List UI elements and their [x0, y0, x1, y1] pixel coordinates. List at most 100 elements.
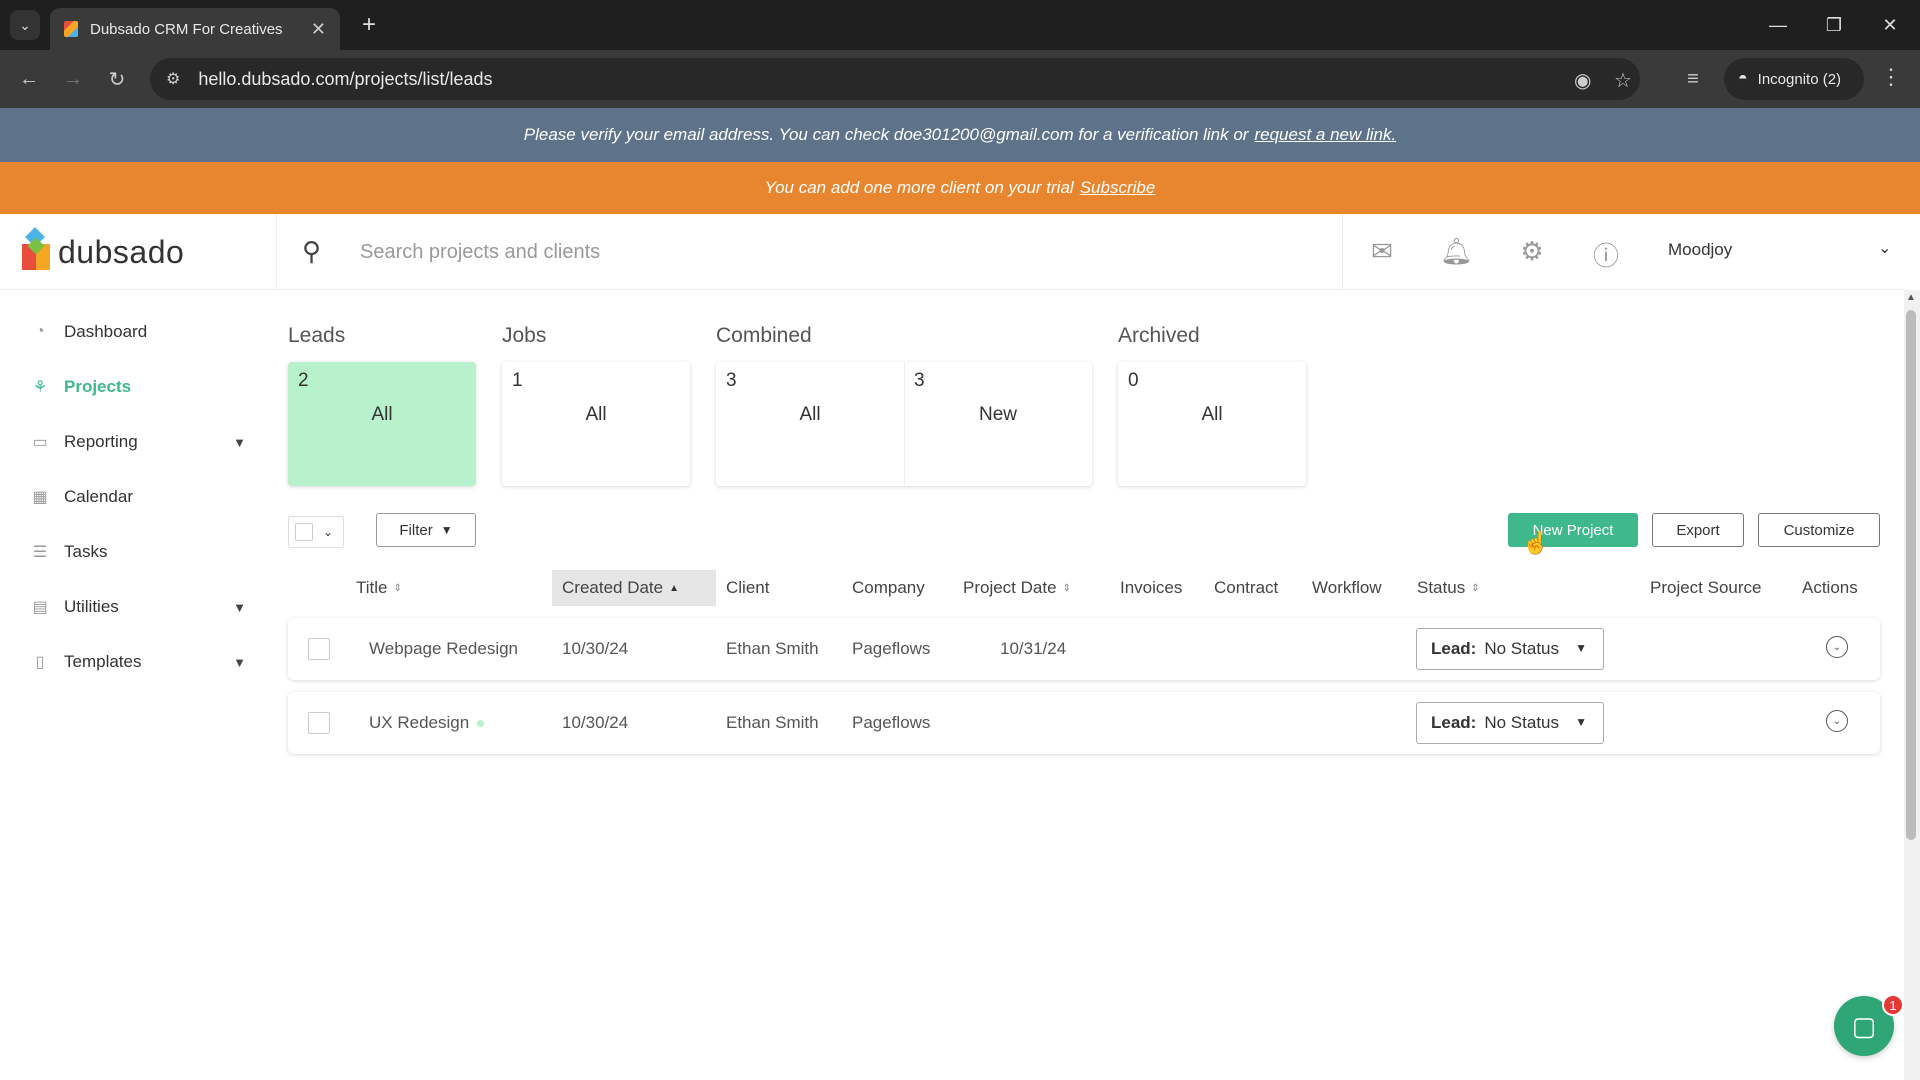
sidebar-item-label: Templates: [64, 652, 142, 671]
chevron-down-icon[interactable]: ⌄: [323, 525, 333, 539]
column-header-project-date[interactable]: Project Date ⇕: [963, 570, 1071, 606]
scroll-up-icon[interactable]: ▲: [1906, 292, 1916, 303]
client-link[interactable]: Ethan Smith: [726, 618, 819, 680]
filter-label: Filter: [399, 521, 433, 539]
status-dropdown[interactable]: Lead: No Status ▼: [1416, 628, 1604, 670]
browser-tab[interactable]: Dubsado CRM For Creatives ✕: [50, 8, 340, 50]
status-prefix: Lead:: [1431, 639, 1477, 658]
new-indicator-dot: [477, 719, 485, 727]
sidebar-item-projects[interactable]: ⚘ Projects: [30, 367, 246, 407]
column-header-title[interactable]: Title ⇕: [356, 570, 402, 606]
dubsado-logo-icon: [22, 227, 50, 274]
incognito-badge[interactable]: ◓ Incognito (2): [1724, 58, 1864, 100]
help-icon[interactable]: ⓘ: [1590, 236, 1622, 273]
chat-icon: ▢: [1851, 1010, 1877, 1041]
leads-all-card[interactable]: 2 All: [288, 362, 476, 486]
address-bar[interactable]: ⚙ hello.dubsado.com/projects/list/leads …: [150, 58, 1640, 100]
archived-all-card[interactable]: 0 All: [1118, 362, 1306, 486]
leads-card-name: All: [371, 404, 393, 425]
sort-ascending-icon: ▲: [669, 582, 680, 594]
eye-off-icon[interactable]: ◉: [1574, 68, 1591, 93]
user-menu[interactable]: Moodjoy: [1668, 240, 1732, 260]
sidebar-item-dashboard[interactable]: ◔ Dashboard: [30, 312, 246, 352]
row-actions-icon[interactable]: ⌄: [1826, 710, 1848, 732]
tab-search-chevron-icon[interactable]: ⌄: [10, 10, 40, 40]
table-row[interactable]: UX Redesign 10/30/24 Ethan Smith Pageflo…: [288, 692, 1880, 754]
projects-icon: ⚘: [32, 379, 48, 396]
header-label: Invoices: [1120, 578, 1183, 597]
tab-close-icon[interactable]: ✕: [311, 19, 326, 40]
row-checkbox[interactable]: [308, 712, 330, 734]
sidebar-item-utilities[interactable]: ▤ Utilities ▼: [30, 587, 246, 627]
customize-button[interactable]: Customize: [1758, 513, 1880, 547]
chevron-down-icon: ▼: [233, 654, 246, 670]
combined-new-count: 3: [914, 370, 925, 391]
combined-all-cell[interactable]: 3 All: [716, 362, 904, 486]
forward-icon[interactable]: →: [58, 64, 88, 94]
select-all-dropdown[interactable]: ⌄: [288, 516, 344, 548]
jobs-group-label: Jobs: [502, 324, 547, 347]
sidebar-item-label: Projects: [64, 377, 132, 396]
new-tab-icon[interactable]: +: [354, 10, 384, 40]
sidebar-item-calendar[interactable]: ▦ Calendar: [30, 477, 246, 517]
header-label: Title: [356, 578, 388, 597]
sort-icon: ⇕: [1062, 582, 1071, 594]
subscribe-link[interactable]: Subscribe: [1080, 178, 1156, 198]
window-close-icon[interactable]: ✕: [1870, 10, 1910, 40]
sidebar-item-label: Tasks: [64, 542, 108, 561]
sort-icon: ⇕: [1471, 582, 1480, 594]
filter-funnel-icon: ▼: [440, 523, 453, 537]
combined-new-cell[interactable]: 3 New: [904, 362, 1092, 486]
trial-banner: You can add one more client on your tria…: [0, 162, 1920, 214]
chevron-down-icon[interactable]: ⌄: [1878, 238, 1891, 258]
chevron-down-icon: ▼: [233, 434, 246, 450]
bell-icon[interactable]: 🔔︎: [1440, 236, 1473, 267]
table-row[interactable]: Webpage Redesign 10/30/24 Ethan Smith Pa…: [288, 618, 1880, 680]
chat-unread-badge: 1: [1882, 994, 1904, 1016]
header-label: Actions: [1802, 578, 1858, 597]
search-icon[interactable]: ⚲: [302, 236, 321, 267]
client-link[interactable]: Ethan Smith: [726, 692, 819, 754]
sidebar-item-label: Calendar: [64, 487, 133, 506]
status-prefix: Lead:: [1431, 713, 1477, 732]
jobs-all-card[interactable]: 1 All: [502, 362, 690, 486]
bookmark-star-icon[interactable]: ☆: [1614, 68, 1632, 93]
browser-menu-icon[interactable]: ⋮: [1880, 64, 1902, 90]
site-info-icon[interactable]: ⚙: [166, 69, 180, 89]
sidebar-item-templates[interactable]: ▯ Templates ▼: [30, 642, 246, 682]
request-new-link[interactable]: request a new link.: [1254, 125, 1396, 145]
project-title-cell: UX Redesign: [369, 692, 485, 754]
restore-icon[interactable]: ❐: [1814, 10, 1854, 40]
column-header-created-date[interactable]: Created Date ▲: [552, 570, 716, 606]
filter-button[interactable]: Filter ▼: [376, 513, 476, 547]
leads-group-label: Leads: [288, 324, 346, 347]
project-title-link[interactable]: UX Redesign: [369, 713, 469, 733]
row-checkbox[interactable]: [308, 638, 330, 660]
search-input[interactable]: [360, 232, 1260, 272]
sidebar-item-reporting[interactable]: ▭ Reporting ▼: [30, 422, 246, 462]
status-value: No Status: [1484, 713, 1559, 732]
leads-count: 2: [298, 370, 309, 391]
gear-icon[interactable]: ⚙: [1516, 236, 1548, 267]
tab-title: Dubsado CRM For Creatives: [90, 20, 283, 38]
status-dropdown[interactable]: Lead: No Status ▼: [1416, 702, 1604, 744]
utilities-icon: ▤: [32, 599, 48, 616]
minimize-icon[interactable]: —: [1758, 10, 1798, 40]
project-title-link[interactable]: Webpage Redesign: [369, 618, 518, 680]
header-label: Project Date: [963, 578, 1057, 597]
select-all-checkbox[interactable]: [295, 523, 313, 541]
reload-icon[interactable]: ↻: [102, 64, 132, 94]
company: Pageflows: [852, 713, 931, 732]
status-value: No Status: [1484, 639, 1559, 658]
row-actions-icon[interactable]: ⌄: [1826, 636, 1848, 658]
media-control-icon[interactable]: ≡: [1678, 64, 1708, 94]
export-button[interactable]: Export: [1652, 513, 1744, 547]
scrollbar-thumb[interactable]: [1906, 310, 1916, 840]
dashboard-icon: ◔: [35, 323, 45, 340]
column-header-status[interactable]: Status ⇕: [1417, 570, 1480, 606]
column-header-client: Client: [726, 570, 769, 606]
dubsado-logo[interactable]: dubsado: [22, 227, 184, 274]
sidebar-item-tasks[interactable]: ☰ Tasks: [30, 532, 246, 572]
back-icon[interactable]: ←: [14, 64, 44, 94]
mail-icon[interactable]: ✉: [1366, 236, 1398, 267]
